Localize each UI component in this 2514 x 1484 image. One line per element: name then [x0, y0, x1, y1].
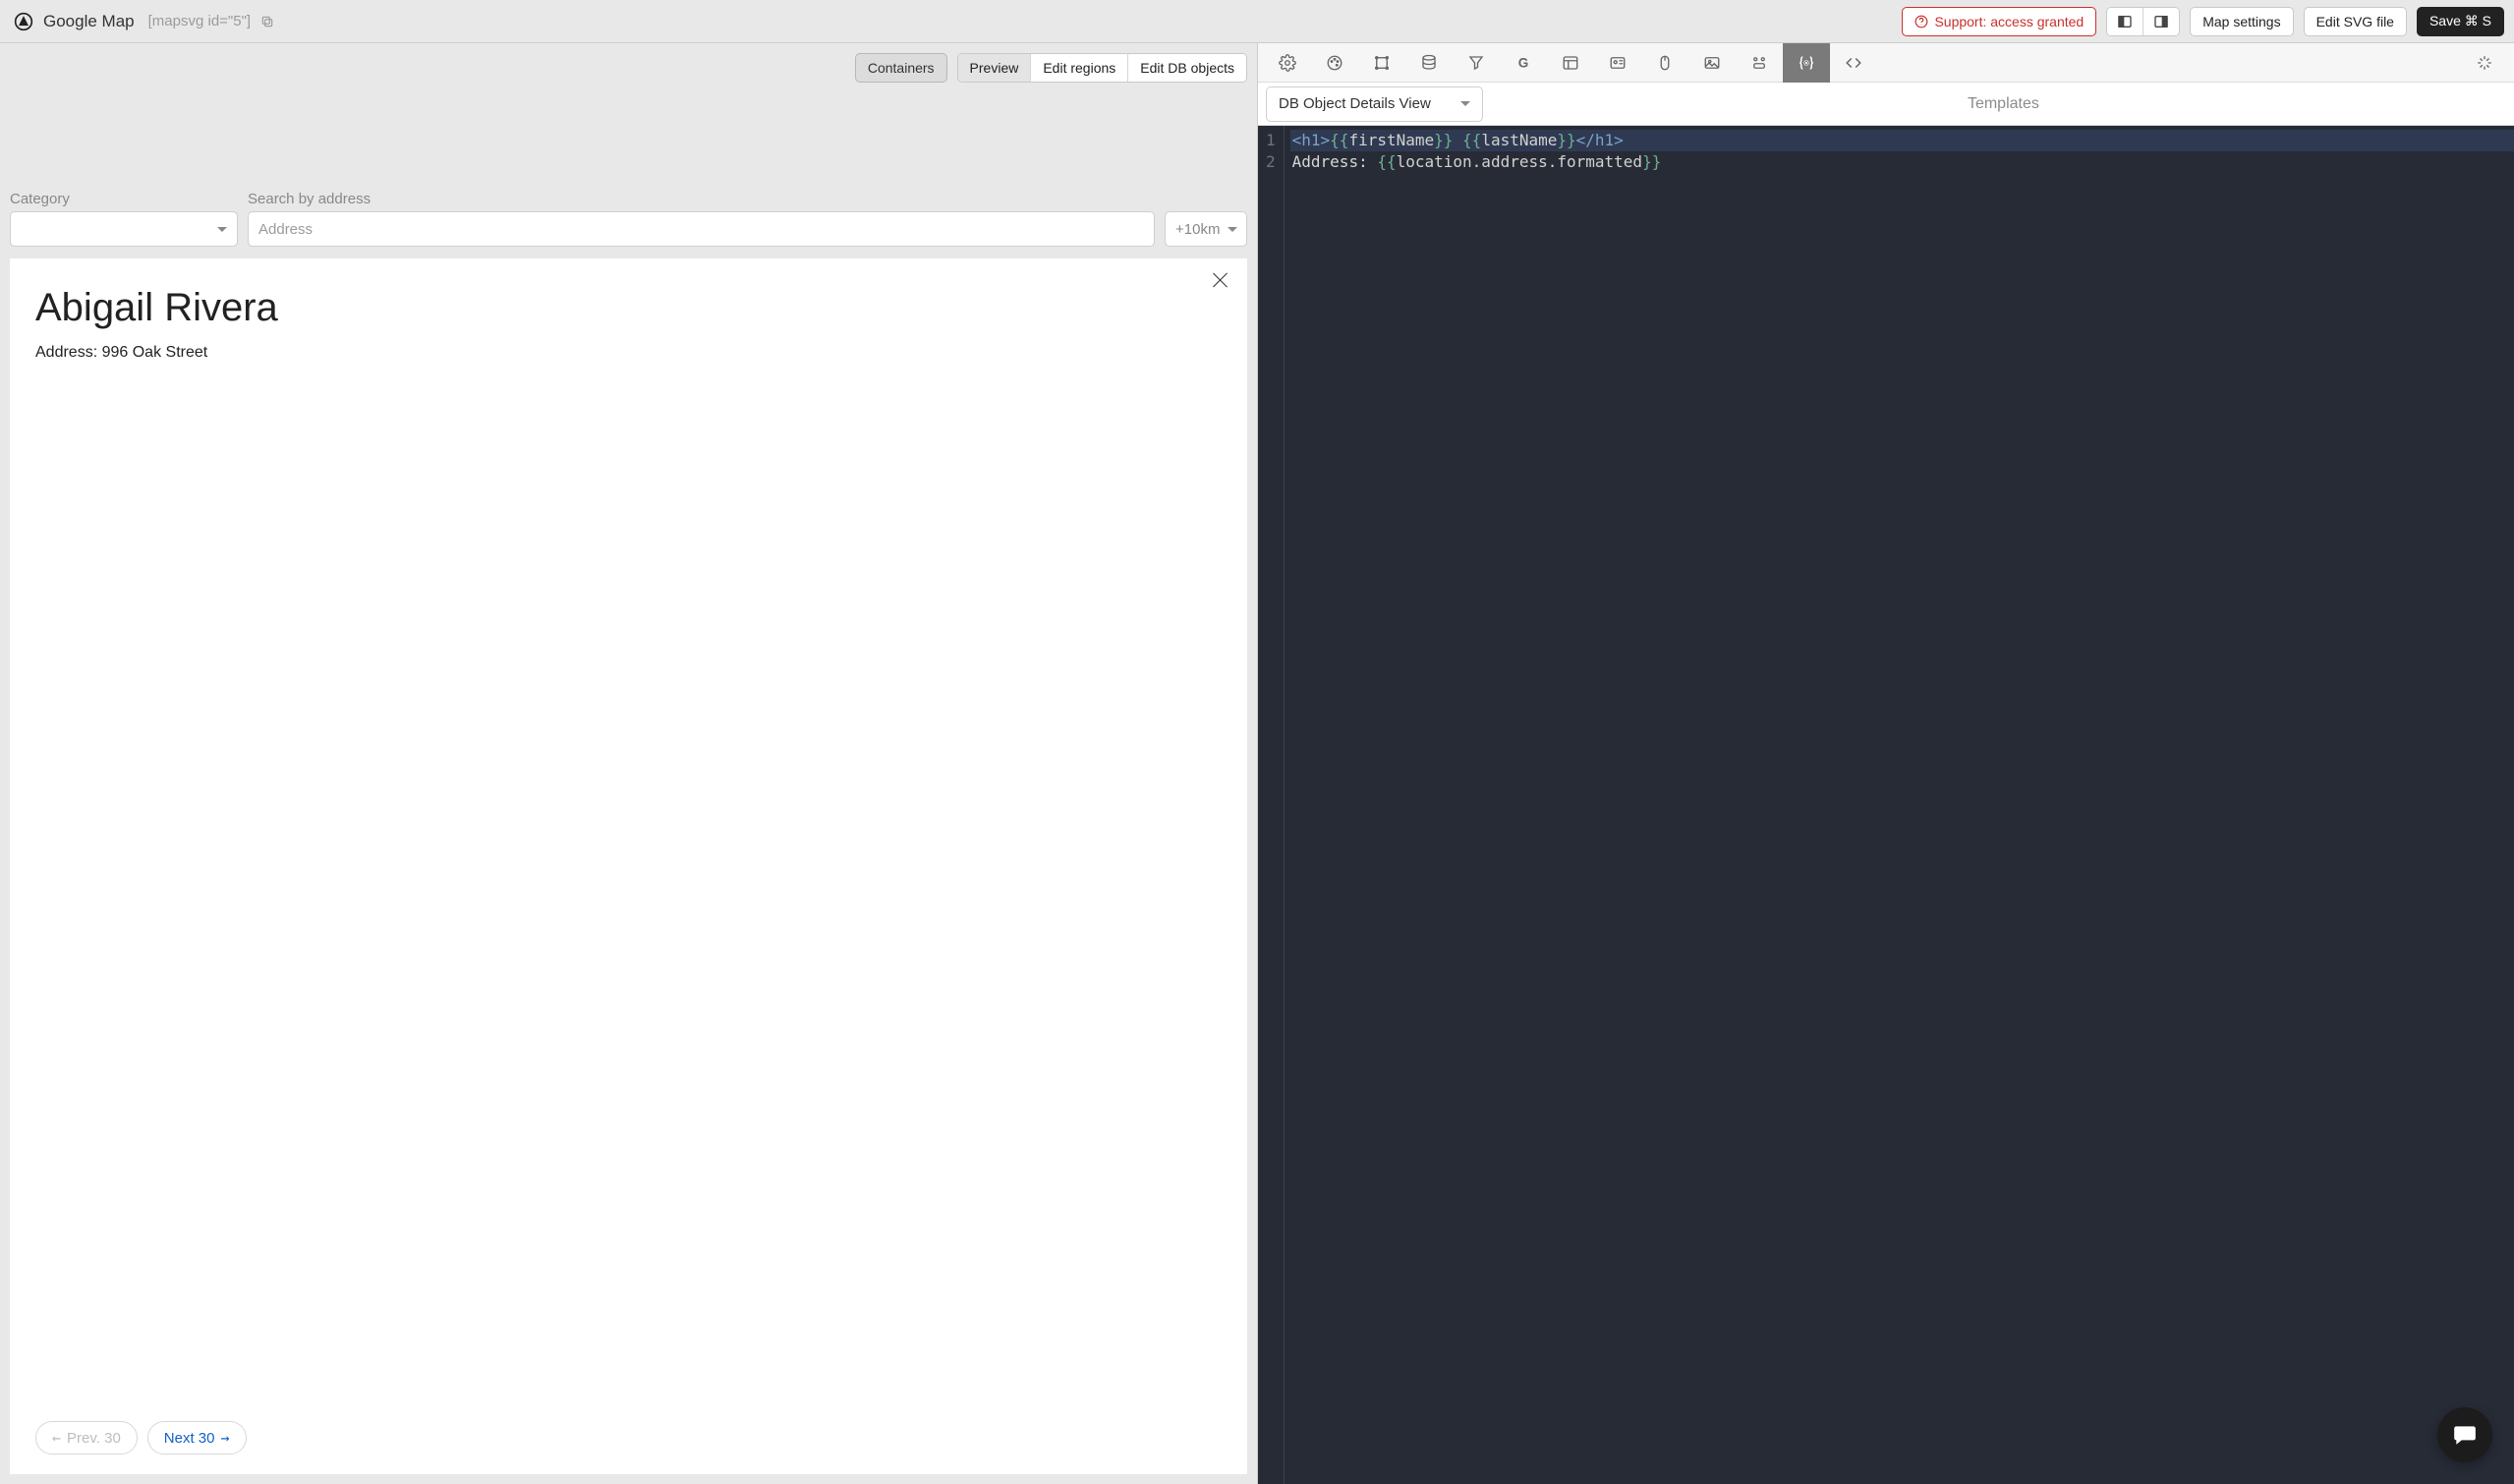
panel-layout-toggle [2106, 7, 2180, 36]
bounding-box-icon[interactable] [1358, 43, 1405, 83]
code-icon[interactable] [1830, 43, 1877, 83]
database-icon[interactable] [1405, 43, 1453, 83]
arrow-right-icon: → [220, 1429, 229, 1447]
gear-icon[interactable] [1264, 43, 1311, 83]
prev-page-button[interactable]: ← Prev. 30 [35, 1421, 138, 1455]
detail-name: Abigail Rivera [35, 286, 1222, 330]
support-access-label: Support: access granted [1934, 14, 2084, 29]
chevron-down-icon [217, 227, 227, 232]
id-card-icon[interactable] [1594, 43, 1641, 83]
mouse-icon[interactable] [1641, 43, 1688, 83]
question-circle-icon [1914, 15, 1928, 29]
detail-address: Address: 996 Oak Street [35, 344, 1222, 362]
tab-edit-regions[interactable]: Edit regions [1030, 54, 1127, 82]
distance-value: +10km [1175, 221, 1220, 238]
tab-containers[interactable]: Containers [855, 53, 947, 83]
category-label: Category [10, 191, 238, 207]
layout-icon[interactable] [1547, 43, 1594, 83]
settings-toolbar: G [1258, 43, 2514, 83]
edit-svg-button[interactable]: Edit SVG file [2304, 7, 2407, 36]
map-settings-button[interactable]: Map settings [2190, 7, 2293, 36]
panel-right-button[interactable] [2143, 8, 2179, 35]
preview-tab-group: Preview Edit regions Edit DB objects [957, 53, 1247, 83]
google-icon[interactable]: G [1500, 43, 1547, 83]
code-line: <h1>{{firstName}} {{lastName}}</h1> [1290, 130, 2514, 151]
close-icon[interactable] [1210, 270, 1229, 290]
save-button[interactable]: Save ⌘ S [2417, 7, 2504, 36]
template-icon[interactable] [1783, 43, 1830, 83]
shortcode-text: [mapsvg id="5"] [148, 13, 251, 29]
next-page-button[interactable]: Next 30 → [147, 1421, 247, 1455]
prev-page-label: Prev. 30 [67, 1430, 121, 1447]
detail-card: Abigail Rivera Address: 996 Oak Street ←… [10, 258, 1247, 1474]
tab-edit-db-objects[interactable]: Edit DB objects [1127, 54, 1246, 82]
image-icon[interactable] [1688, 43, 1736, 83]
code-editor[interactable]: 1 2 <h1>{{firstName}} {{lastName}}</h1> … [1258, 126, 2514, 1484]
template-view-select[interactable]: DB Object Details View [1266, 86, 1483, 122]
page-title: Google Map [43, 12, 135, 31]
tab-preview[interactable]: Preview [958, 54, 1031, 82]
support-access-button[interactable]: Support: access granted [1902, 7, 2096, 36]
chevron-down-icon [1460, 101, 1470, 106]
code-line: Address: {{location.address.formatted}} [1290, 151, 2514, 173]
distance-select[interactable]: +10km [1165, 211, 1247, 247]
line-gutter: 1 2 [1258, 126, 1285, 1484]
category-select[interactable] [10, 211, 238, 247]
palette-icon[interactable] [1311, 43, 1358, 83]
search-label: Search by address [248, 191, 1247, 207]
levels-icon[interactable] [1736, 43, 1783, 83]
chat-fab[interactable] [2437, 1407, 2492, 1462]
arrow-left-icon: ← [52, 1429, 61, 1447]
filter-icon[interactable] [1453, 43, 1500, 83]
app-logo-icon [14, 12, 33, 31]
sparkle-icon[interactable] [2461, 43, 2508, 83]
template-view-label: DB Object Details View [1279, 95, 1431, 112]
address-input[interactable] [258, 212, 1144, 246]
chevron-down-icon [1228, 227, 1237, 232]
svg-text:G: G [1518, 55, 1529, 70]
copy-shortcode-icon[interactable] [260, 15, 274, 29]
templates-heading: Templates [1968, 95, 2039, 113]
panel-left-button[interactable] [2107, 8, 2143, 35]
next-page-label: Next 30 [164, 1430, 215, 1447]
